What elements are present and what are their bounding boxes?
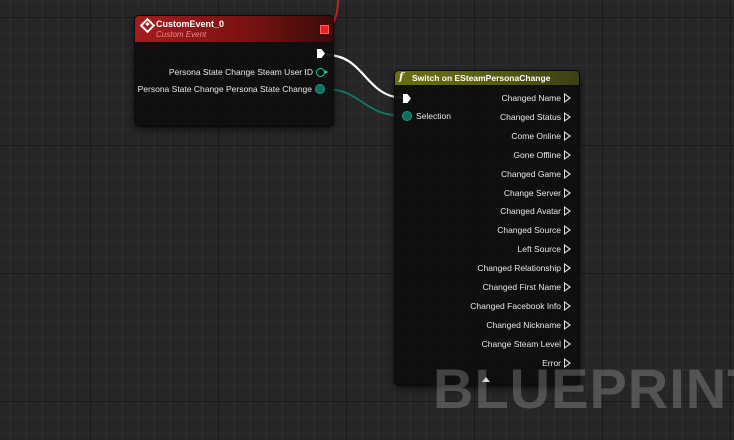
function-icon: f xyxy=(399,72,404,83)
case-output-row[interactable]: Change Steam Level xyxy=(482,338,571,350)
exec-out-pin-icon[interactable] xyxy=(564,244,571,255)
selection-input-row[interactable]: Selection xyxy=(402,111,451,121)
case-label: Change Server xyxy=(503,187,561,198)
custom-event-subtitle: Custom Event xyxy=(156,30,207,39)
case-output-row[interactable]: Changed Avatar xyxy=(500,205,571,217)
case-label: Changed Facebook Info xyxy=(470,300,561,311)
case-label: Changed Relationship xyxy=(477,263,561,274)
case-output-row[interactable]: Come Online xyxy=(511,130,571,142)
exec-out-pin-icon[interactable] xyxy=(564,187,571,198)
case-output-row[interactable]: Changed Relationship xyxy=(477,262,571,274)
custom-event-title: CustomEvent_0 xyxy=(156,19,225,29)
event-icon xyxy=(139,17,156,34)
exec-out-pin-icon[interactable] xyxy=(564,206,571,217)
exec-output-row[interactable] xyxy=(317,49,325,58)
selection-wire xyxy=(324,88,406,117)
exec-out-pin-icon[interactable] xyxy=(564,263,571,274)
exec-out-pin-icon[interactable] xyxy=(564,300,571,311)
output-persona-state-change[interactable]: Persona State Change Persona State Chang… xyxy=(138,84,325,94)
case-label: Gone Offline xyxy=(513,149,561,160)
exec-in-pin-icon[interactable] xyxy=(403,94,411,103)
exec-out-pin-icon[interactable] xyxy=(564,93,571,103)
case-output-row[interactable]: Changed Name xyxy=(501,92,571,104)
struct-pin-icon[interactable] xyxy=(316,67,328,77)
case-output-row[interactable]: Change Server xyxy=(504,187,571,199)
custom-event-node[interactable]: CustomEvent_0 Custom Event Persona State… xyxy=(135,16,333,126)
case-output-row[interactable]: Changed Game xyxy=(501,168,571,180)
selection-label: Selection xyxy=(416,111,451,121)
case-output-row[interactable]: Gone Offline xyxy=(513,149,571,161)
output-label: Persona State Change Persona State Chang… xyxy=(137,84,312,94)
case-output-row[interactable]: Left Source xyxy=(518,243,571,255)
case-label: Come Online xyxy=(511,130,561,141)
delegate-pin-icon[interactable] xyxy=(320,25,329,34)
case-label: Changed First Name xyxy=(482,282,561,292)
exec-out-pin-icon[interactable] xyxy=(564,130,571,141)
exec-wire xyxy=(326,53,406,100)
case-label: Left Source xyxy=(517,244,561,255)
byte-pin-icon[interactable] xyxy=(402,111,412,121)
exec-out-pin-icon[interactable] xyxy=(564,111,571,122)
exec-out-pin-icon[interactable] xyxy=(564,225,571,236)
case-label: Changed Avatar xyxy=(500,206,561,217)
case-output-row[interactable]: Changed Facebook Info xyxy=(470,300,571,312)
case-label: Change Steam Level xyxy=(481,338,561,349)
output-label: Persona State Change Steam User ID xyxy=(168,67,313,77)
case-label: Changed Game xyxy=(500,168,561,179)
blueprint-watermark: BLUEPRINT xyxy=(433,357,734,420)
exec-out-pin-icon[interactable] xyxy=(317,49,325,58)
byte-pin-icon[interactable] xyxy=(315,84,325,94)
exec-out-pin-icon[interactable] xyxy=(564,319,571,330)
output-steam-user-id[interactable]: Persona State Change Steam User ID xyxy=(168,67,328,77)
custom-event-header[interactable]: CustomEvent_0 Custom Event xyxy=(135,16,333,42)
case-label: Changed Name xyxy=(501,93,561,103)
switch-node[interactable]: f Switch on ESteamPersonaChange Selectio… xyxy=(395,71,579,385)
exec-out-pin-icon[interactable] xyxy=(564,282,571,292)
case-output-row[interactable]: Changed Source xyxy=(497,224,571,236)
switch-title: Switch on ESteamPersonaChange xyxy=(412,73,551,83)
case-output-row[interactable]: Changed Status xyxy=(500,111,571,123)
exec-out-pin-icon[interactable] xyxy=(564,149,571,160)
case-output-row[interactable]: Changed Nickname xyxy=(486,319,571,331)
exec-out-pin-icon[interactable] xyxy=(564,338,571,349)
case-output-row[interactable]: Changed First Name xyxy=(483,281,571,293)
exec-out-pin-icon[interactable] xyxy=(564,168,571,179)
case-label: Changed Status xyxy=(500,111,561,122)
switch-header[interactable]: f Switch on ESteamPersonaChange xyxy=(395,71,579,85)
case-label: Changed Nickname xyxy=(486,319,561,330)
case-label: Changed Source xyxy=(497,225,561,236)
